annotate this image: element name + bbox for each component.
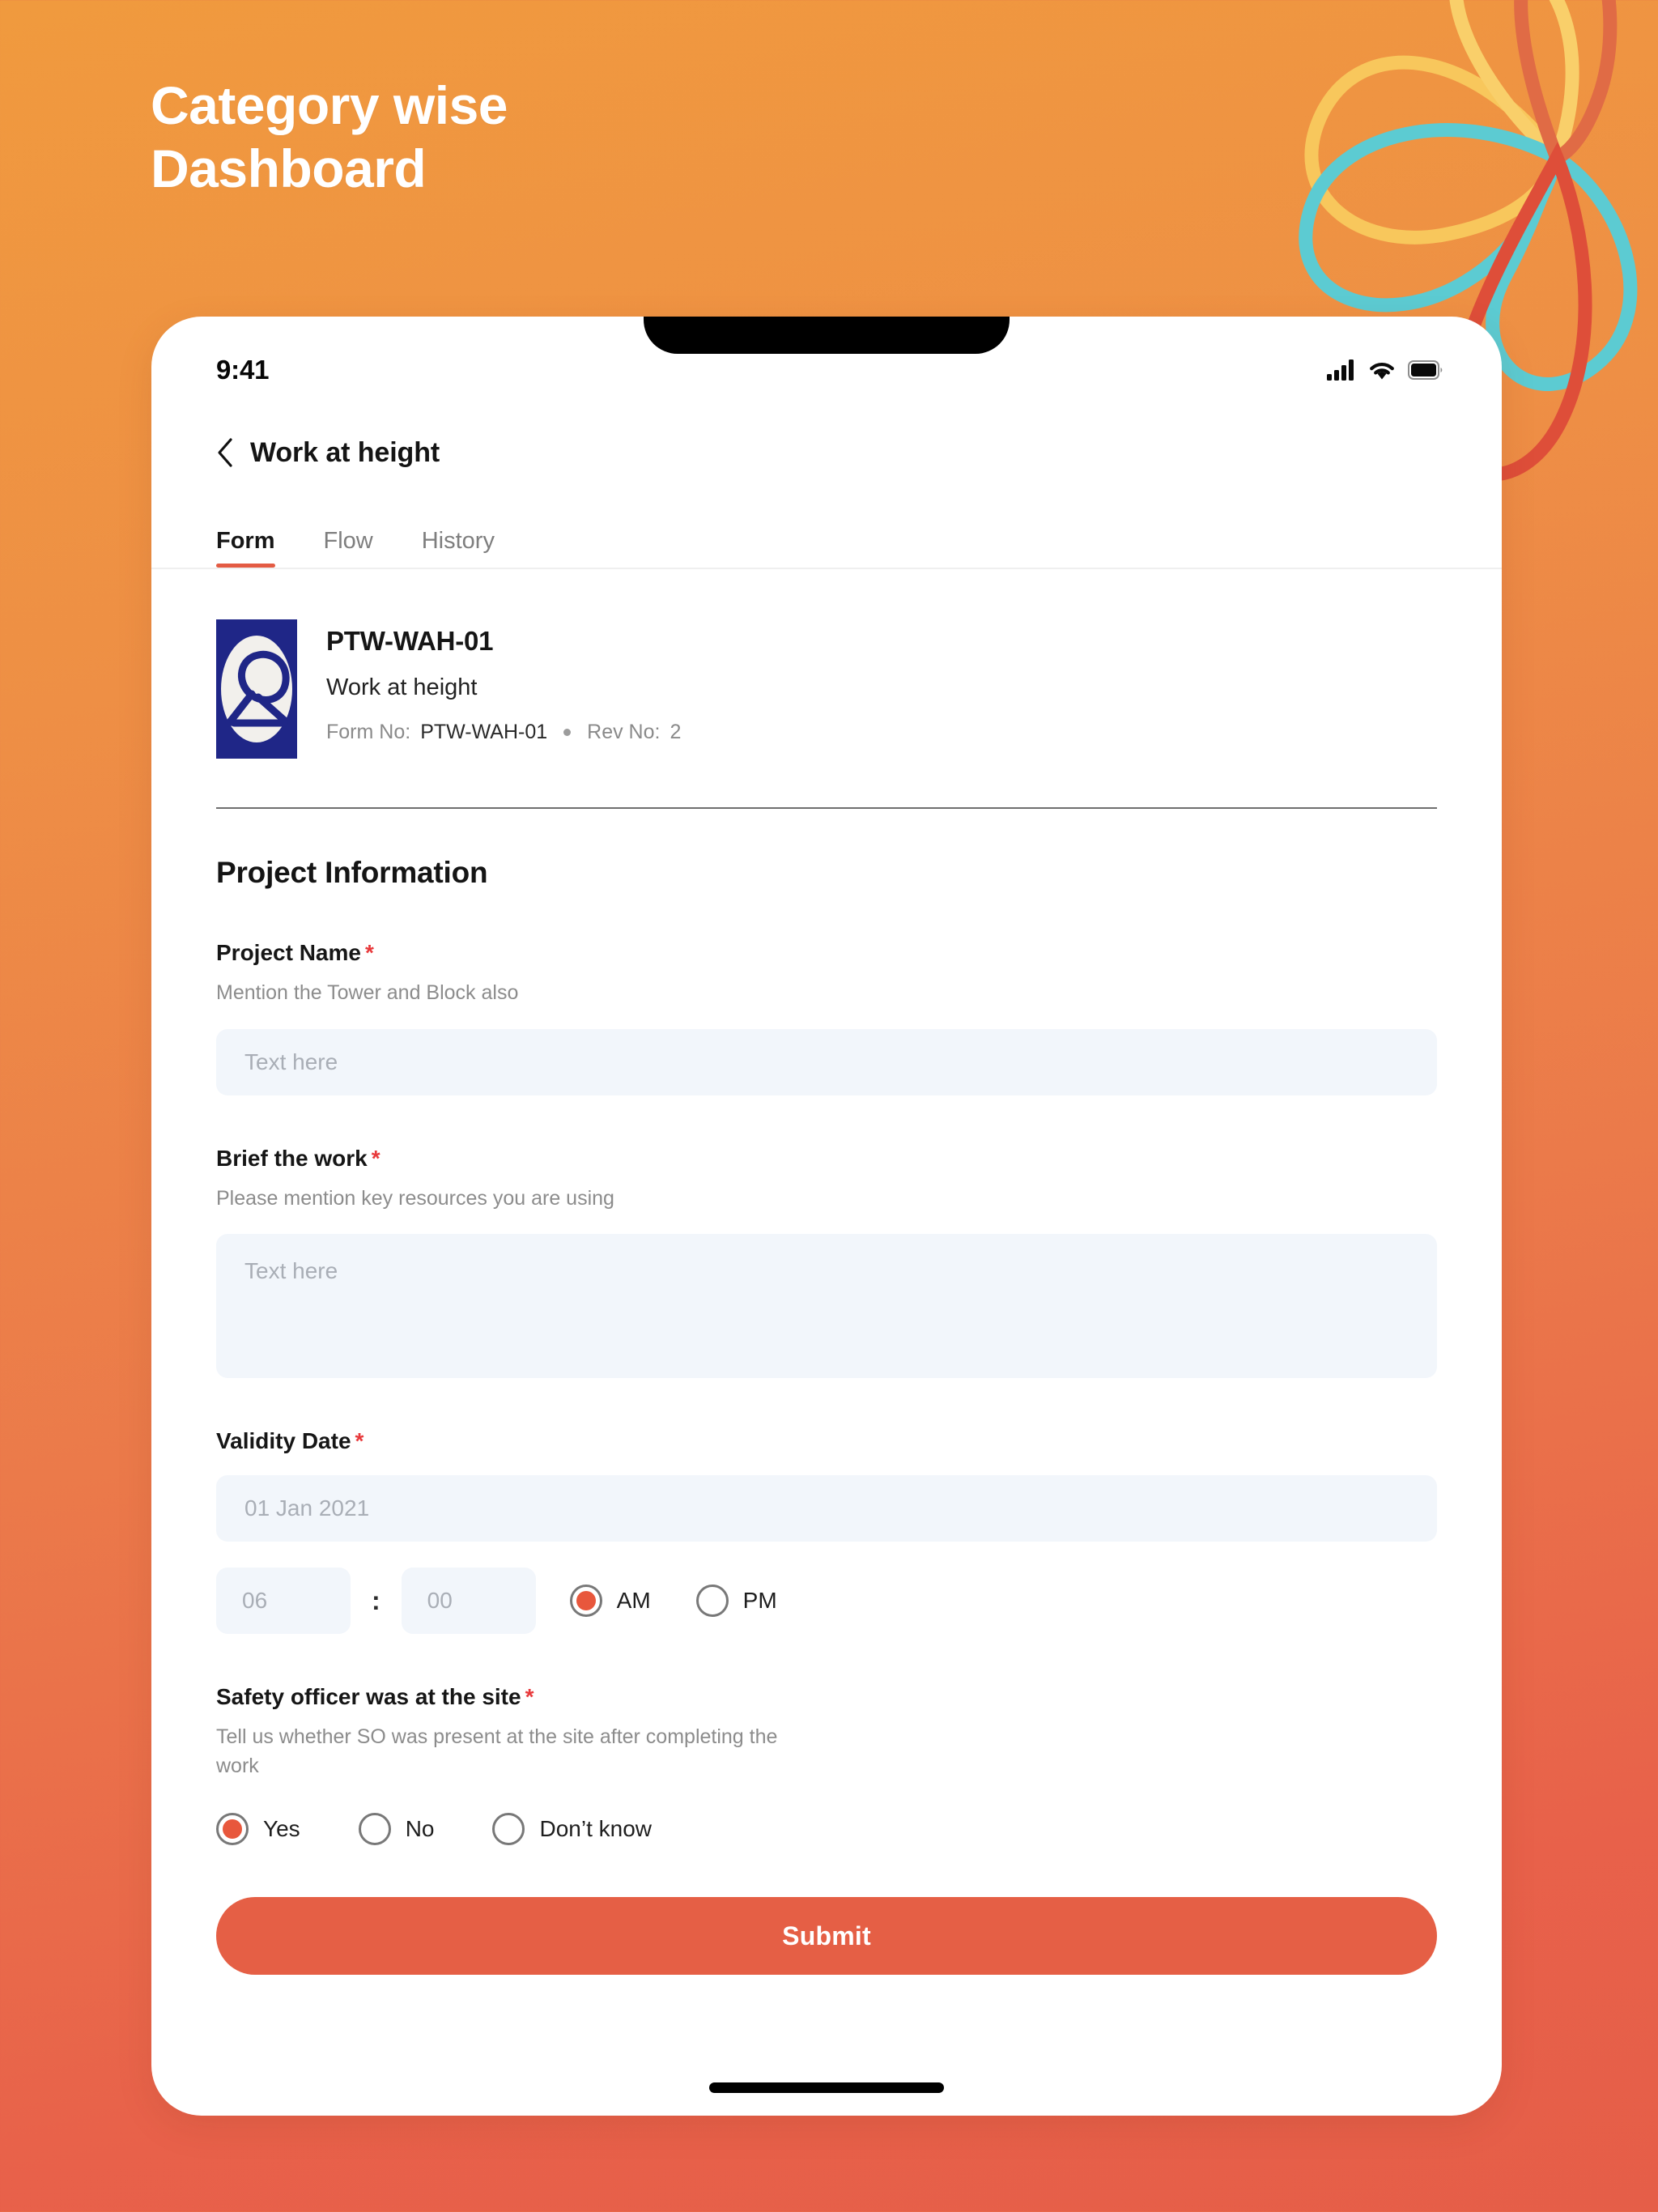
form-no-label: Form No: [326, 721, 411, 743]
radio-no-label: No [405, 1816, 435, 1841]
field-help-project-name: Mention the Tower and Block also [216, 981, 519, 1004]
meta-separator-dot [563, 729, 572, 736]
radio-dont-know-label: Don’t know [539, 1816, 652, 1841]
header-divider [216, 807, 1437, 809]
validity-date-input[interactable]: 01 Jan 2021 [216, 1475, 1437, 1542]
tab-history[interactable]: History [422, 528, 495, 568]
radio-option-pm[interactable]: PM [695, 1585, 777, 1617]
company-ribbon-logo-icon [216, 619, 297, 759]
time-separator: : [372, 1585, 380, 1615]
brief-the-work-textarea[interactable]: Text here [216, 1234, 1437, 1378]
page-title: Work at height [250, 436, 440, 468]
meridiem-radio-group: AM PM [569, 1585, 777, 1617]
tab-bar: Form Flow History [151, 480, 1502, 569]
radio-option-dont-know[interactable]: Don’t know [492, 1813, 652, 1845]
wifi-icon [1370, 362, 1394, 380]
label-text: Brief the work [216, 1145, 368, 1171]
label-text: Project Name [216, 940, 361, 965]
label-text: Validity Date [216, 1428, 351, 1453]
field-label-validity-date: Validity Date * [216, 1428, 1437, 1454]
status-bar-time: 9:41 [216, 355, 270, 385]
form-no-value: PTW-WAH-01 [420, 721, 548, 743]
field-label-project-name: Project Name * [216, 940, 1437, 966]
form-code: PTW-WAH-01 [326, 626, 494, 656]
form-header: PTW-WAH-01 Work at height Form No: PTW-W… [216, 569, 1437, 759]
field-help-brief-the-work: Please mention key resources you are usi… [216, 1186, 614, 1210]
chevron-left-icon[interactable] [216, 437, 234, 468]
required-asterisk: * [355, 1428, 364, 1453]
radio-am-icon[interactable] [569, 1585, 602, 1617]
radio-pm-icon[interactable] [695, 1585, 729, 1617]
submit-button[interactable]: Submit [216, 1897, 1437, 1975]
navigation-bar: Work at height [151, 402, 1502, 480]
section-title-project-information: Project Information [216, 856, 488, 889]
radio-option-yes[interactable]: Yes [216, 1813, 300, 1845]
form-name: Work at height [326, 674, 478, 700]
field-safety-officer: Safety officer was at the site * Tell us … [216, 1684, 1437, 1845]
rev-no-label: Rev No: [587, 721, 661, 743]
poster-title-line-2: Dashboard [151, 138, 427, 198]
project-name-input[interactable]: Text here [216, 1028, 1437, 1095]
loop-orange-icon [1514, 0, 1618, 168]
loop-teal-2-icon [1486, 147, 1638, 391]
required-asterisk: * [525, 1684, 534, 1709]
field-label-safety-officer: Safety officer was at the site * [216, 1684, 1437, 1710]
status-bar: 9:41 [151, 317, 1502, 402]
field-brief-the-work: Brief the work * Please mention key resou… [216, 1146, 1437, 1378]
field-help-safety-officer: Tell us whether SO was present at the si… [216, 1725, 778, 1777]
radio-pm-label: PM [742, 1588, 777, 1613]
hour-input[interactable]: 06 [216, 1568, 351, 1634]
battery-icon [1408, 360, 1443, 380]
label-text: Safety officer was at the site [216, 1684, 521, 1709]
radio-yes-icon[interactable] [216, 1813, 249, 1845]
rev-no-value: 2 [670, 721, 682, 743]
poster-title: Category wise Dashboard [151, 74, 508, 201]
radio-dont-know-icon[interactable] [492, 1813, 525, 1845]
required-asterisk: * [364, 940, 374, 965]
time-picker-row: 06 : 00 AM PM [216, 1568, 1437, 1634]
field-validity-date: Validity Date * 01 Jan 2021 06 : 00 AM PM [216, 1428, 1437, 1634]
safety-officer-radio-group: Yes No Don’t know [216, 1813, 1437, 1845]
cellular-signal-icon [1327, 359, 1354, 381]
radio-option-am[interactable]: AM [569, 1585, 651, 1617]
required-asterisk: * [371, 1145, 380, 1171]
poster-title-line-1: Category wise [151, 75, 508, 135]
loop-yellow-icon [1304, 55, 1565, 245]
radio-no-icon[interactable] [358, 1813, 391, 1845]
radio-am-label: AM [616, 1588, 651, 1613]
loop-teal-icon [1299, 123, 1566, 313]
radio-yes-label: Yes [263, 1816, 300, 1841]
logo-artwork [221, 636, 292, 742]
form-header-text: PTW-WAH-01 Work at height Form No: PTW-W… [326, 619, 681, 744]
tab-form[interactable]: Form [216, 528, 275, 568]
form-meta: Form No: PTW-WAH-01 Rev No: 2 [326, 721, 681, 744]
field-project-name: Project Name * Mention the Tower and Bloc… [216, 940, 1437, 1095]
loop-yellow-2-icon [1449, 0, 1579, 170]
home-indicator [709, 2082, 944, 2093]
radio-option-no[interactable]: No [358, 1813, 435, 1845]
field-label-brief-the-work: Brief the work * [216, 1146, 1437, 1172]
phone-device-mockup: 9:41 Work at height Form Flow History PT… [151, 317, 1502, 2116]
tab-flow[interactable]: Flow [324, 528, 373, 568]
status-bar-icons [1327, 359, 1443, 381]
minute-input[interactable]: 00 [401, 1568, 536, 1634]
form-scroll-area[interactable]: PTW-WAH-01 Work at height Form No: PTW-W… [151, 569, 1502, 1975]
